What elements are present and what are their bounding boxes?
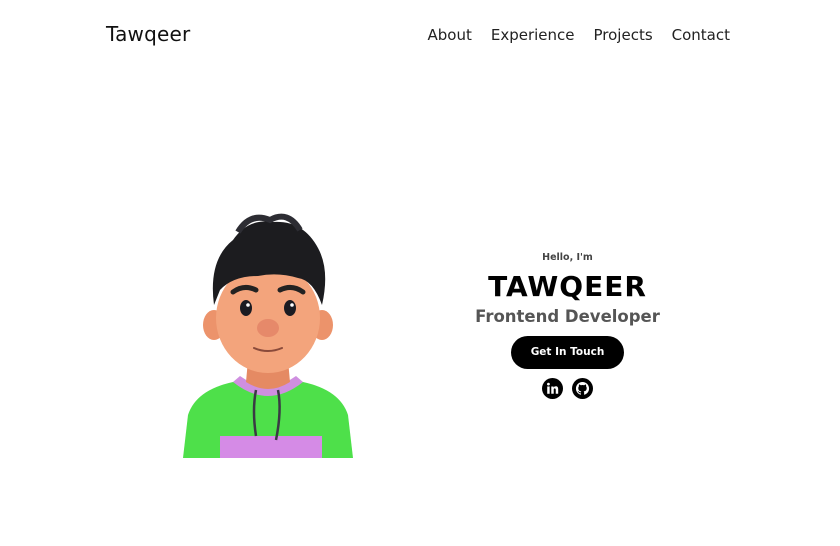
nav-link-experience[interactable]: Experience bbox=[491, 26, 575, 44]
linkedin-glyph-icon bbox=[547, 382, 559, 394]
avatar-3d-character-icon bbox=[183, 213, 353, 458]
site-logo[interactable]: Tawqeer bbox=[106, 22, 190, 46]
nav-links: About Experience Projects Contact bbox=[427, 26, 730, 44]
github-icon[interactable] bbox=[572, 378, 593, 399]
greeting-text: Hello, I'm bbox=[542, 252, 593, 263]
hero-intro: Hello, I'm TAWQEER Frontend Developer Ge… bbox=[460, 252, 675, 399]
navbar: Tawqeer About Experience Projects Contac… bbox=[0, 0, 840, 72]
linkedin-icon[interactable] bbox=[542, 378, 563, 399]
nav-link-about[interactable]: About bbox=[427, 26, 471, 44]
portfolio-page: Tawqeer About Experience Projects Contac… bbox=[0, 0, 840, 546]
hero-role: Frontend Developer bbox=[475, 307, 660, 326]
profile-avatar-image bbox=[178, 210, 358, 458]
nav-link-projects[interactable]: Projects bbox=[594, 26, 653, 44]
hero-name: TAWQEER bbox=[488, 270, 647, 303]
nav-link-contact[interactable]: Contact bbox=[672, 26, 730, 44]
get-in-touch-button[interactable]: Get In Touch bbox=[511, 336, 624, 369]
github-glyph-icon bbox=[575, 381, 590, 395]
social-links bbox=[460, 378, 675, 399]
